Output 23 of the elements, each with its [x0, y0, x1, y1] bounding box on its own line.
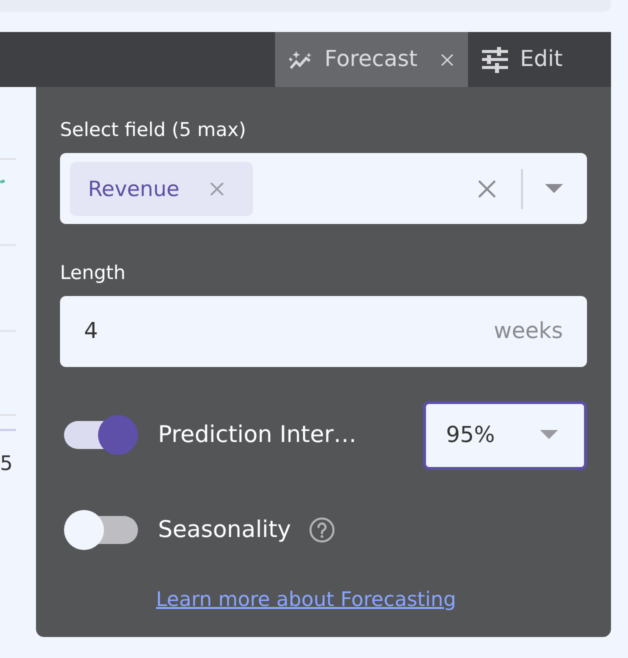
clear-icon[interactable]: [477, 178, 497, 198]
field-select[interactable]: Revenue: [60, 153, 587, 224]
help-icon[interactable]: [308, 517, 335, 543]
learn-more-link[interactable]: Learn more about Forecasting: [156, 587, 587, 611]
chart-line: [0, 179, 6, 184]
interval-select[interactable]: 95%: [423, 400, 587, 470]
axis-label: 5: [0, 451, 13, 475]
caret-icon[interactable]: [545, 184, 563, 194]
field-label: Length: [60, 262, 127, 284]
toggle-switch[interactable]: [62, 510, 138, 550]
remove-icon[interactable]: [209, 180, 226, 196]
close-icon[interactable]: [440, 52, 454, 68]
toolbar-tab[interactable]: Edit: [468, 32, 611, 87]
option-label: Seasonality: [158, 517, 291, 543]
caret-icon: [540, 430, 558, 440]
field-chip[interactable]: Revenue: [70, 162, 254, 216]
toggle-switch[interactable]: [62, 415, 138, 455]
option-label: Prediction Inter…: [158, 422, 357, 448]
length-field[interactable]: 4 weeks: [60, 296, 587, 367]
field-label: Select field (5 max): [60, 119, 248, 141]
sliders-icon: [482, 46, 508, 72]
sparkle-chart-icon: [289, 48, 312, 70]
toolbar-tab[interactable]: Forecast: [275, 32, 468, 87]
